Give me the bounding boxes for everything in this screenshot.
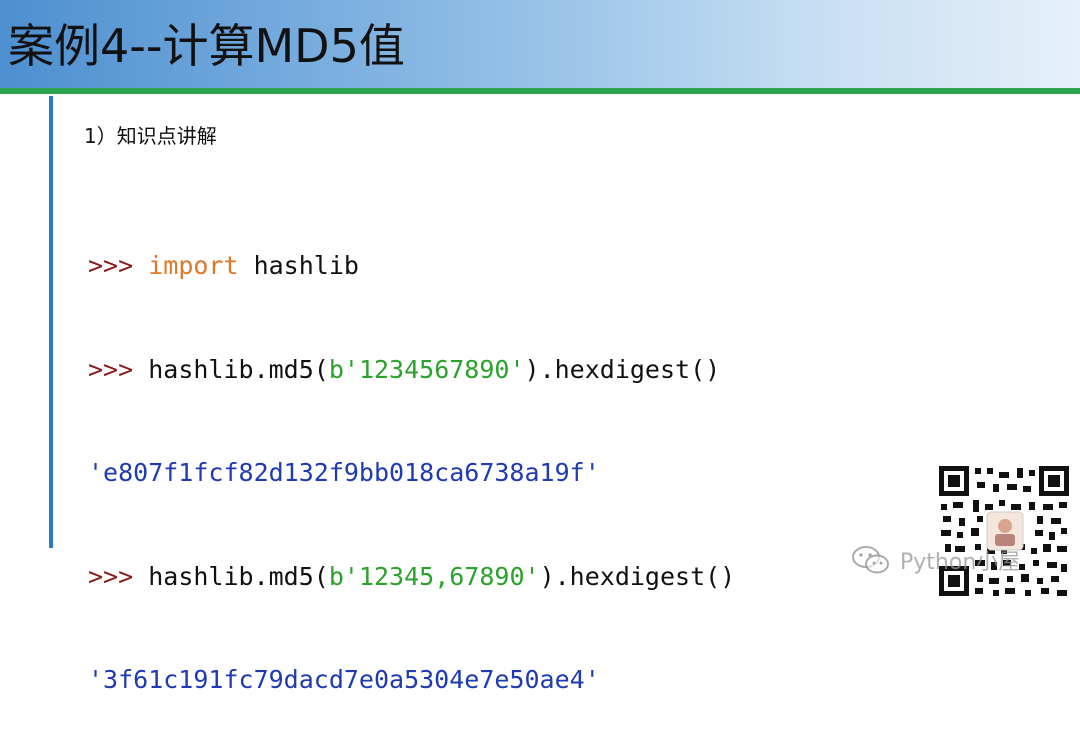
code-line-2: >>> hashlib.md5(b'1234567890').hexdigest… [88,353,735,388]
code-text: hashlib.md5( [148,561,329,591]
code-line-1: >>> import hashlib [88,249,735,284]
code-block: >>> import hashlib >>> hashlib.md5(b'123… [88,180,735,732]
string-literal: b'1234567890' [328,354,525,384]
wechat-icon [852,546,889,574]
left-vertical-rule [49,96,53,548]
code-output-1: 'e807f1fcf82d132f9bb018ca6738a19f' [88,458,600,487]
slide-title: 案例4--计算MD5值 [8,19,405,73]
prompt: >>> [88,354,149,384]
string-literal: b'12345,67890' [328,561,540,591]
code-text: hashlib.md5( [148,354,329,384]
prompt: >>> [88,561,149,591]
watermark-text: Python小屋 [900,550,1021,575]
code-output-2: '3f61c191fc79dacd7e0a5304e7e50ae4' [88,665,600,694]
watermark: Python小屋 [850,540,1020,580]
keyword-import: import [148,251,239,280]
title-bar: 案例4--计算MD5值 [0,0,1080,90]
prompt: >>> [88,251,149,280]
title-underline [0,88,1080,94]
code-text: ).hexdigest() [539,561,736,591]
code-line-4: >>> hashlib.md5(b'12345,67890').hexdiges… [88,560,735,595]
section-heading: 1）知识点讲解 [84,124,217,148]
code-text: ).hexdigest() [524,354,721,384]
code-text: hashlib [238,251,359,280]
